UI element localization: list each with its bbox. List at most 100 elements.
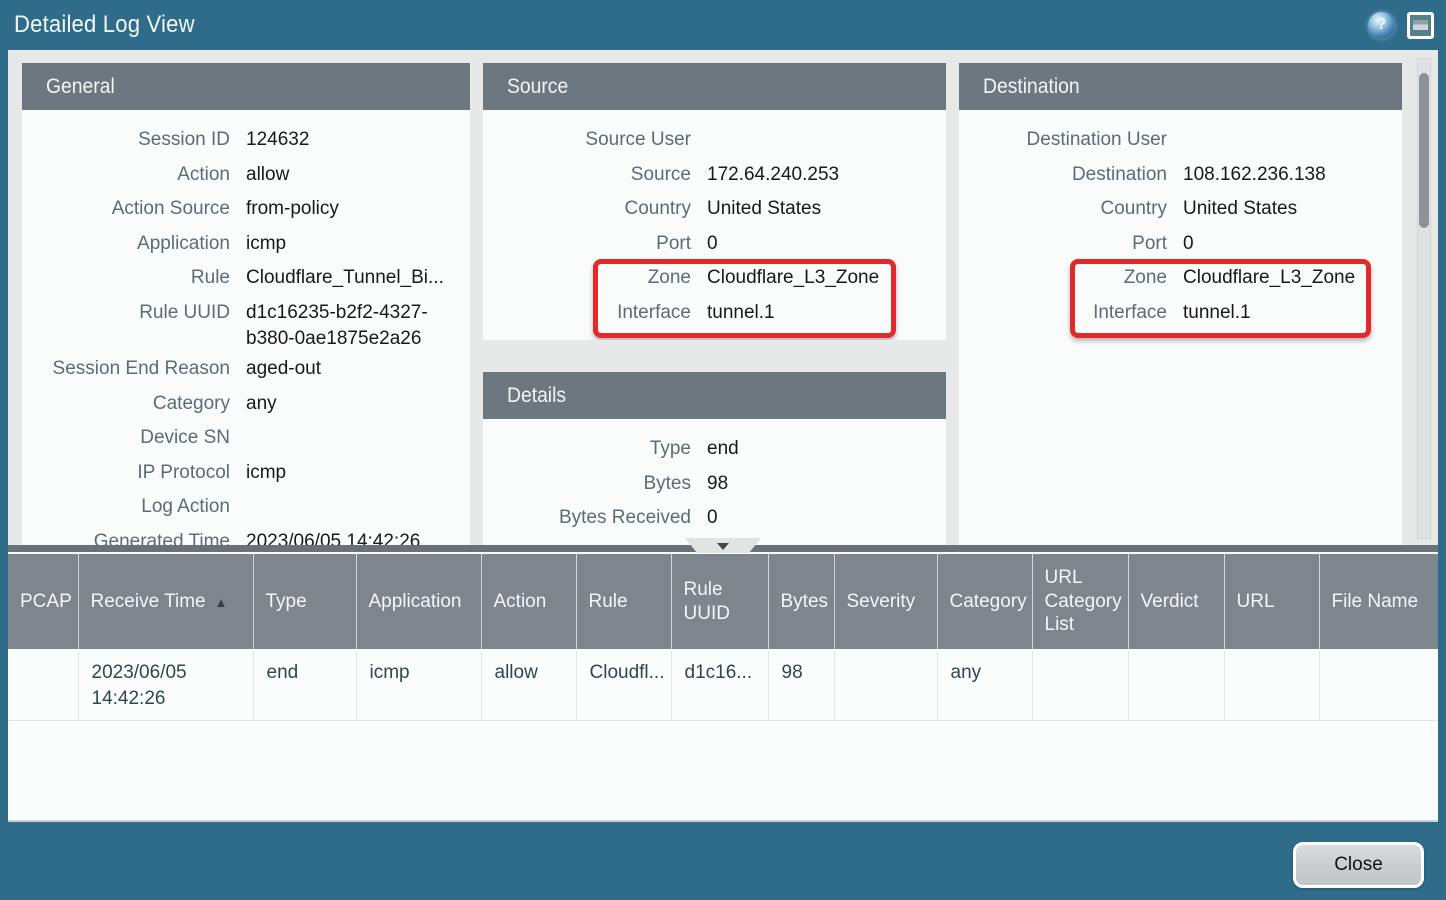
column-label: URL Category List xyxy=(1045,567,1122,636)
field-row-generated-time: Generated Time2023/06/05 14:42:26 xyxy=(22,525,462,545)
field-value: tunnel.1 xyxy=(707,300,938,326)
field-row-port: Port0 xyxy=(483,227,938,262)
details-panel: Details TypeendBytes98 Bytes Received 0 xyxy=(483,372,946,545)
log-table-region: PCAP Receive Time ▲ TypeApplication Action Ru… xyxy=(8,552,1438,822)
scrollbar-thumb[interactable] xyxy=(1419,73,1429,228)
cell-application: icmp xyxy=(356,650,481,721)
column-header-url[interactable]: URL xyxy=(1224,554,1319,650)
column-label: Rule xyxy=(589,591,628,612)
field-row-action: Actionallow xyxy=(22,158,462,193)
cell-category: any xyxy=(937,650,1032,721)
destination-panel-header: Destination xyxy=(959,63,1402,110)
panels-scrollbar[interactable] xyxy=(1417,58,1431,539)
column-header-pcap[interactable]: PCAP xyxy=(8,554,78,650)
general-column: General Session ID124632Actionallow Actio… xyxy=(22,63,470,545)
field-label: Destination User xyxy=(959,127,1167,153)
collapse-handle[interactable] xyxy=(685,538,761,553)
field-row-destination: Destination 108.162.236.138 xyxy=(959,158,1394,193)
field-value: United States xyxy=(1183,196,1394,222)
field-row-session-end-reason: Session End Reason aged-out xyxy=(22,352,462,387)
field-label: Application xyxy=(22,231,230,257)
column-header-rule[interactable]: Rule xyxy=(576,554,671,650)
field-row-session-id: Session ID124632 xyxy=(22,123,462,158)
field-label: Log Action xyxy=(22,494,230,520)
column-label: Bytes xyxy=(781,591,829,612)
sort-asc-icon: ▲ xyxy=(215,595,228,610)
cell-type: end xyxy=(253,650,356,721)
field-value: icmp xyxy=(246,231,462,257)
field-value: 108.162.236.138 xyxy=(1183,162,1394,188)
field-row-ip-protocol: IP Protocolicmp xyxy=(22,456,462,491)
column-header-type[interactable]: Type xyxy=(253,554,356,650)
field-row-rule-uuid: Rule UUIDd1c16235-b2f2-4327-b380-0ae1875… xyxy=(22,296,462,352)
column-label: Action xyxy=(494,591,547,612)
field-row-source: Source172.64.240.253 xyxy=(483,158,938,193)
cell-severity xyxy=(834,650,937,721)
field-value: United States xyxy=(707,196,938,222)
column-header-severity[interactable]: Severity xyxy=(834,554,937,650)
field-value: any xyxy=(246,391,462,417)
field-row-bytes: Bytes98 xyxy=(483,467,938,502)
cell-rule-uuid: d1c16... xyxy=(671,650,768,721)
field-label: Action Source xyxy=(22,196,230,222)
field-label: Zone xyxy=(483,265,691,291)
column-header-url-category-list[interactable]: URL Category List xyxy=(1032,554,1128,650)
general-panel-title: General xyxy=(46,75,115,99)
header-row: PCAP Receive Time ▲ TypeApplication Action Ru… xyxy=(8,554,1438,650)
field-value: Cloudflare_L3_Zone xyxy=(1183,265,1394,291)
source-panel-header: Source xyxy=(483,63,946,110)
field-label: Session End Reason xyxy=(22,356,230,382)
general-panel-body: Session ID124632Actionallow Action Source… xyxy=(22,110,470,545)
field-value: 0 xyxy=(707,505,938,531)
close-button[interactable]: Close xyxy=(1293,842,1424,888)
field-value: icmp xyxy=(246,460,462,486)
column-label: Rule UUID xyxy=(684,579,730,624)
field-row-log-action: Log Action xyxy=(22,490,462,525)
field-label: Country xyxy=(959,196,1167,222)
column-header-rule-uuid[interactable]: Rule UUID xyxy=(671,554,768,650)
field-value: aged-out xyxy=(246,356,462,382)
field-row-category: Categoryany xyxy=(22,387,462,422)
cell-receive-time: 2023/06/05 14:42:26 xyxy=(78,650,253,721)
panel-table-splitter[interactable] xyxy=(8,545,1438,552)
field-label: Rule xyxy=(22,265,230,291)
field-value: Cloudflare_Tunnel_Bi... xyxy=(246,265,462,291)
window-icon[interactable] xyxy=(1407,12,1434,39)
field-value: 98 xyxy=(707,471,938,497)
field-row-country: Country United States xyxy=(959,192,1394,227)
column-header-receive-time[interactable]: Receive Time ▲ xyxy=(78,554,253,650)
field-row-zone: Zone Cloudflare_L3_Zone xyxy=(959,261,1394,296)
destination-panel-body: Destination User Destination 108.162.236.1… xyxy=(959,110,1402,331)
column-label: Receive Time xyxy=(91,591,206,612)
column-header-bytes[interactable]: Bytes xyxy=(768,554,834,650)
panel-gap xyxy=(483,340,946,372)
field-value: end xyxy=(707,436,938,462)
dialog-body: General Session ID124632Actionallow Actio… xyxy=(8,50,1438,822)
column-header-category[interactable]: Category xyxy=(937,554,1032,650)
field-row-device-sn: Device SN xyxy=(22,421,462,456)
details-panel-body: TypeendBytes98 Bytes Received 0 xyxy=(483,419,946,536)
table-row[interactable]: 2023/06/05 14:42:26endicmpallowCloudfl..… xyxy=(8,650,1438,721)
field-label: Zone xyxy=(959,265,1167,291)
details-panel-header: Details xyxy=(483,372,946,419)
column-label: PCAP xyxy=(20,591,72,612)
column-header-application[interactable]: Application xyxy=(356,554,481,650)
field-label: Bytes Received xyxy=(483,505,691,531)
field-label: Destination xyxy=(959,162,1167,188)
field-row-source-user: Source User xyxy=(483,123,938,158)
help-icon[interactable]: ? xyxy=(1368,12,1395,39)
source-panel: Source Source UserSource172.64.240.253Co… xyxy=(483,63,946,340)
field-row-port: Port0 xyxy=(959,227,1394,262)
field-value: from-policy xyxy=(246,196,462,222)
dialog-titlebar: Detailed Log View ? xyxy=(0,0,1446,50)
column-header-file-name[interactable]: File Name xyxy=(1319,554,1438,650)
field-label: Source User xyxy=(483,127,691,153)
destination-column: Destination Destination User Destination 1… xyxy=(959,63,1402,545)
field-label: Port xyxy=(483,231,691,257)
field-row-type: Typeend xyxy=(483,432,938,467)
help-glyph: ? xyxy=(1377,16,1387,34)
column-header-verdict[interactable]: Verdict xyxy=(1128,554,1224,650)
details-panel-title: Details xyxy=(507,384,566,408)
field-row-rule: Rule Cloudflare_Tunnel_Bi... xyxy=(22,261,462,296)
column-header-action[interactable]: Action xyxy=(481,554,576,650)
